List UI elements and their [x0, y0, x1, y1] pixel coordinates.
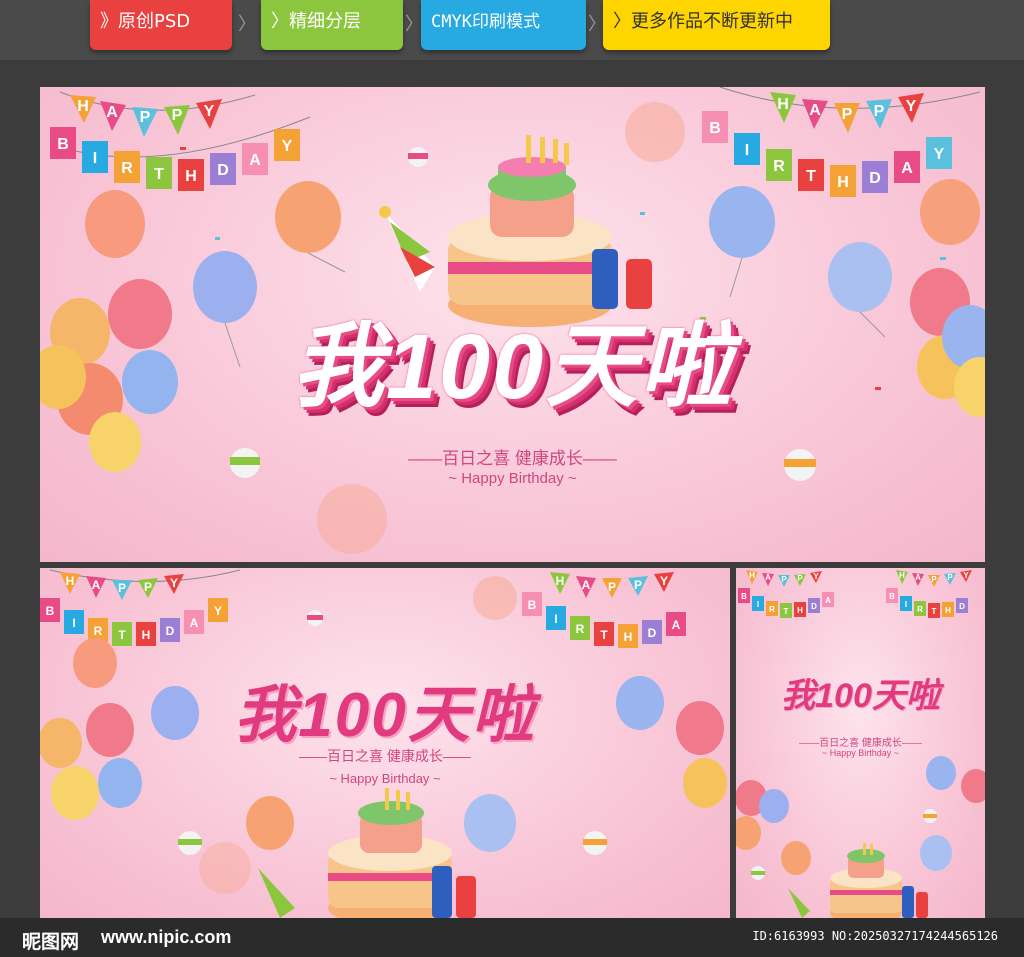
svg-text:P: P — [118, 581, 126, 595]
svg-text:D: D — [869, 170, 881, 187]
svg-text:A: A — [825, 596, 831, 605]
svg-text:H: H — [945, 606, 951, 615]
svg-text:A: A — [92, 578, 101, 592]
banner-subtitle: ——百日之喜 健康成长—— — [799, 738, 922, 749]
svg-text:A: A — [672, 618, 681, 632]
separator-icon: 〉 — [238, 14, 256, 35]
svg-text:Y: Y — [282, 138, 293, 155]
svg-text:P: P — [140, 109, 151, 126]
svg-text:I: I — [757, 600, 759, 609]
svg-text:Y: Y — [963, 571, 969, 580]
svg-text:T: T — [784, 607, 789, 616]
tag-original-psd: 》原创PSD — [90, 0, 232, 50]
top-tag-bar: 》原创PSD 〉 〉精细分层 〉 CMYK印刷模式 〉 〉更多作品不断更新中 — [0, 0, 1024, 60]
svg-text:R: R — [121, 160, 133, 177]
preview-banner-narrow: H A P P Y B I R T H D A H A P P Y B I R … — [736, 568, 985, 918]
svg-text:T: T — [600, 628, 608, 642]
tag-fine-layers: 〉精细分层 — [261, 0, 403, 50]
svg-text:T: T — [806, 168, 816, 185]
bunting-left: H A P P Y B I R T H D A Y — [50, 95, 300, 191]
banner-subtitle: ——百日之喜 健康成长—— — [299, 748, 471, 764]
svg-text:H: H — [185, 168, 197, 185]
svg-text:H: H — [837, 174, 849, 191]
party-hat-icon — [379, 206, 435, 292]
svg-text:H: H — [66, 574, 75, 588]
svg-text:P: P — [842, 106, 853, 123]
svg-text:P: P — [144, 580, 152, 594]
svg-text:Y: Y — [934, 146, 945, 163]
svg-text:R: R — [94, 624, 103, 638]
image-id-text: ID:6163993 NO:20250327174244565126 — [752, 929, 998, 943]
svg-text:P: P — [172, 107, 183, 124]
svg-text:H: H — [142, 628, 151, 642]
svg-text:B: B — [709, 120, 721, 137]
svg-text:D: D — [811, 602, 817, 611]
banner-subtitle: ——百日之喜 健康成长—— — [408, 449, 617, 468]
svg-text:P: P — [781, 575, 787, 584]
site-url-link[interactable]: www.nipic.com — [101, 927, 231, 948]
svg-text:R: R — [769, 605, 775, 614]
tag-cmyk-mode: CMYK印刷模式 — [421, 0, 586, 50]
svg-text:B: B — [889, 592, 895, 601]
svg-text:T: T — [154, 166, 164, 183]
svg-text:R: R — [576, 622, 585, 636]
svg-text:A: A — [901, 160, 913, 177]
svg-text:B: B — [528, 598, 537, 612]
preview-banner-wide: H A P P Y B I R T H D A Y H A P P Y B I … — [40, 568, 730, 918]
svg-text:A: A — [809, 102, 821, 119]
svg-text:A: A — [190, 616, 199, 630]
svg-text:H: H — [749, 571, 755, 580]
svg-text:B: B — [741, 592, 747, 601]
svg-text:D: D — [648, 626, 657, 640]
svg-text:D: D — [166, 624, 175, 638]
svg-text:Y: Y — [170, 576, 178, 590]
svg-text:D: D — [217, 162, 229, 179]
svg-text:P: P — [931, 575, 937, 584]
svg-text:H: H — [777, 96, 789, 113]
svg-text:H: H — [556, 574, 565, 588]
svg-text:H: H — [77, 98, 89, 115]
svg-text:P: P — [947, 573, 953, 582]
svg-text:H: H — [624, 630, 633, 644]
banner-title: 我100天啦 — [234, 681, 536, 750]
svg-text:Y: Y — [660, 574, 668, 588]
svg-text:P: P — [874, 103, 885, 120]
svg-text:A: A — [765, 573, 771, 582]
banner-english-text: ~ Happy Birthday ~ — [821, 748, 900, 758]
svg-text:P: P — [608, 580, 616, 594]
svg-text:H: H — [899, 571, 905, 580]
svg-text:Y: Y — [204, 103, 215, 120]
svg-text:T: T — [118, 628, 126, 642]
banner-english-text: ~ Happy Birthday ~ — [329, 771, 441, 786]
svg-text:P: P — [797, 574, 803, 583]
svg-text:A: A — [249, 152, 261, 169]
svg-text:I: I — [93, 150, 97, 167]
watermark-bar: 昵图网 www.nipic.com ID:6163993 NO:20250327… — [0, 918, 1024, 957]
svg-text:H: H — [797, 606, 803, 615]
svg-text:Y: Y — [813, 572, 819, 581]
svg-text:Y: Y — [214, 604, 222, 618]
svg-text:B: B — [57, 136, 69, 153]
site-logo: 昵图网 — [22, 931, 80, 953]
svg-text:Y: Y — [906, 98, 917, 115]
tag-more-works: 〉更多作品不断更新中 — [603, 0, 830, 50]
svg-text:I: I — [905, 600, 907, 609]
svg-text:A: A — [106, 104, 118, 121]
svg-text:A: A — [582, 578, 591, 592]
banner-title: 我100天啦 — [291, 316, 734, 418]
svg-text:I: I — [745, 142, 749, 159]
svg-text:T: T — [932, 607, 937, 616]
main-banner: H A P P Y B I R T H D A Y H A P P Y B I … — [40, 87, 985, 562]
svg-text:R: R — [917, 605, 923, 614]
svg-text:I: I — [72, 616, 75, 630]
svg-text:A: A — [915, 573, 921, 582]
svg-text:R: R — [773, 158, 785, 175]
banner-english-text: ~ Happy Birthday ~ — [448, 470, 577, 487]
banner-title: 我100天啦 — [781, 677, 940, 715]
svg-text:I: I — [554, 612, 557, 626]
svg-text:B: B — [46, 604, 55, 618]
svg-text:D: D — [959, 602, 965, 611]
svg-text:P: P — [634, 578, 642, 592]
